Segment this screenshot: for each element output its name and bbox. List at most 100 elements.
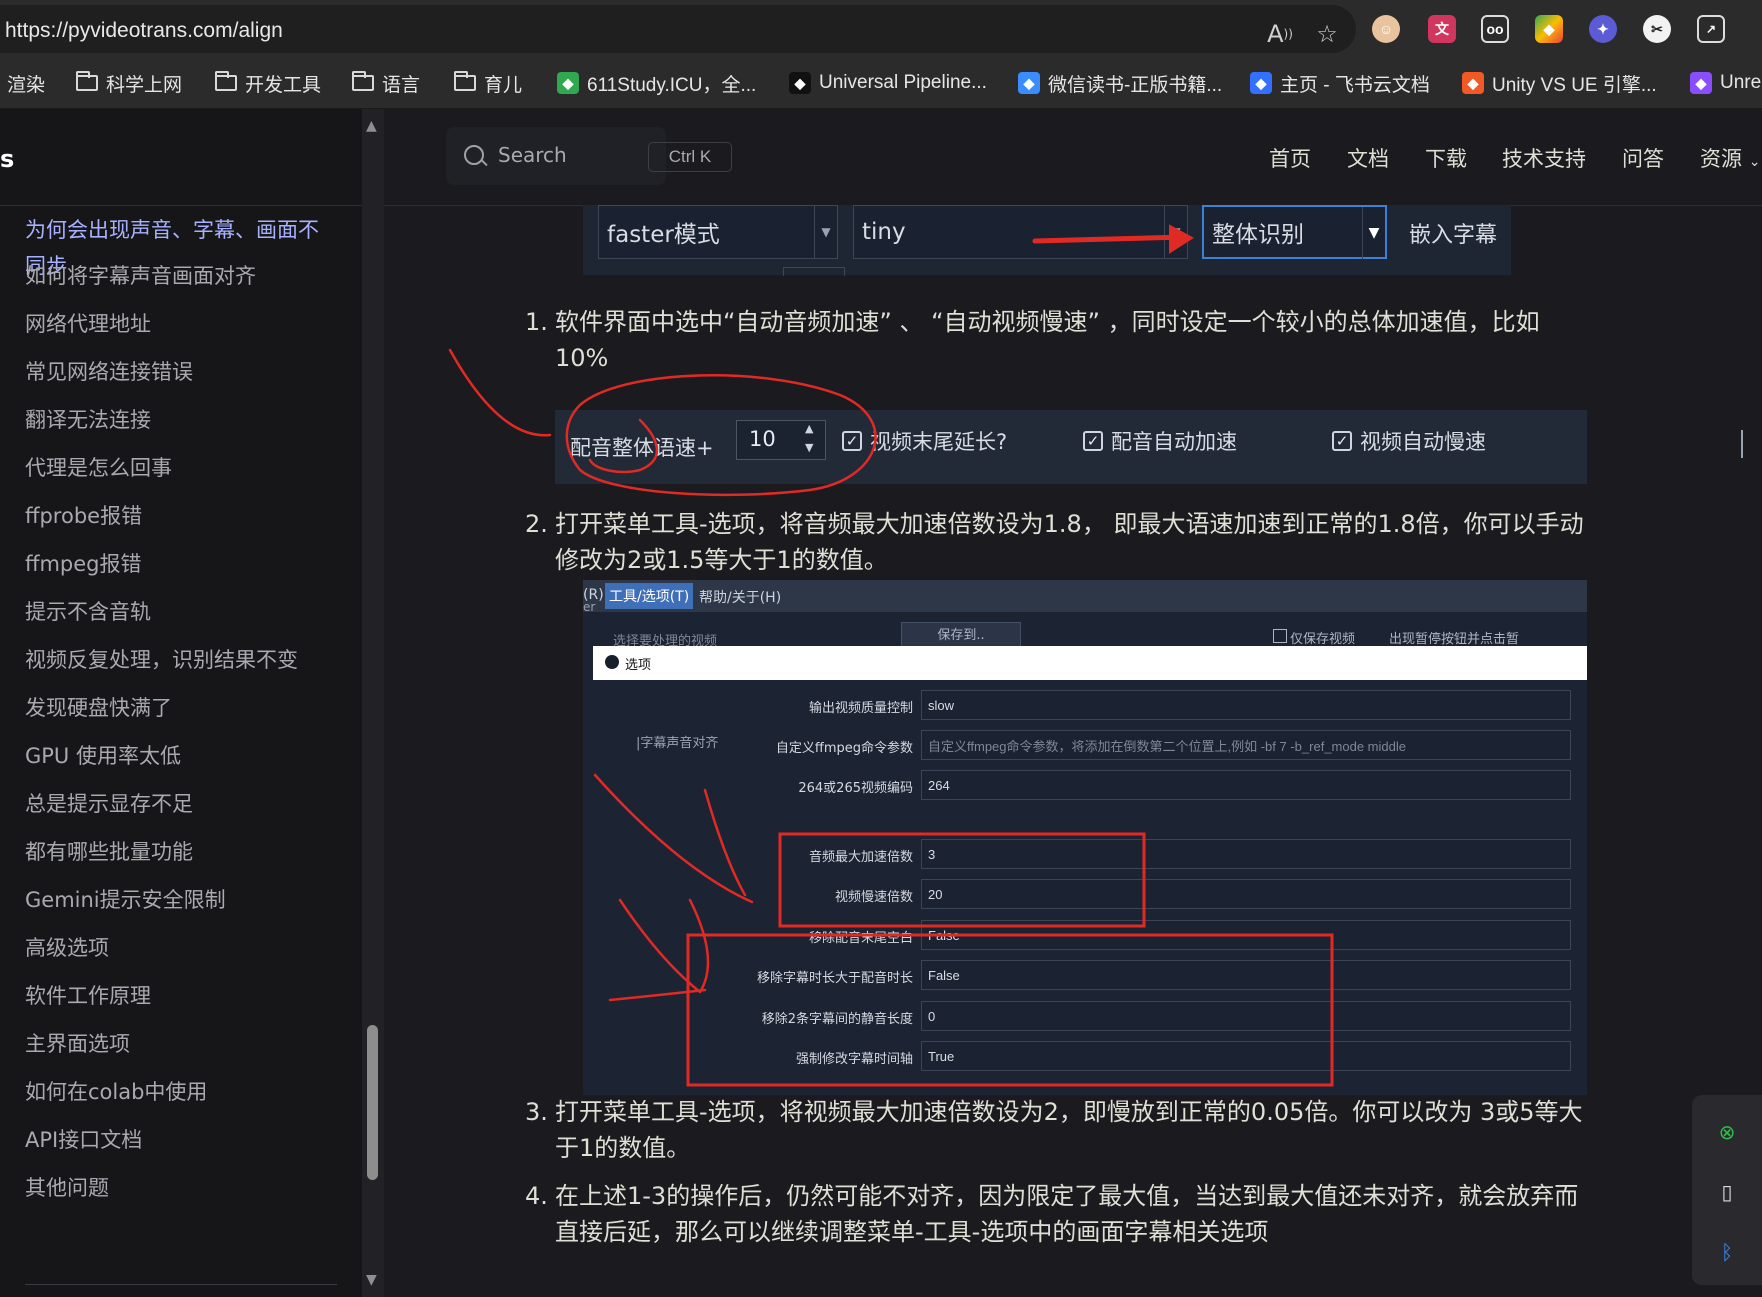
step-4: 4. 在上述1-3的操作后，仍然可能不对齐，因为限定了最大值，当达到最大值还未对… (525, 1178, 1595, 1250)
sidebar-item[interactable]: 主界面选项 (25, 1026, 325, 1062)
sidebar-item[interactable]: ffprobe报错 (25, 498, 325, 534)
shield-extension-icon[interactable]: ✦ (1589, 15, 1617, 43)
sidebar-item[interactable]: 网络代理地址 (25, 306, 325, 342)
checkbox-icon: ✓ (842, 431, 862, 451)
sidebar-item[interactable]: 常见网络连接错误 (25, 354, 325, 390)
scroll-down-icon[interactable]: ▼ (366, 1272, 377, 1288)
bookmark-label: Unity VS UE 引擎... (1492, 74, 1657, 96)
maps-extension-icon[interactable]: ◆ (1535, 15, 1563, 43)
bookmark-item[interactable]: ◆ Universal Pipeline... (789, 70, 987, 96)
menu-tools: 工具/选项(T) (605, 583, 694, 609)
folder-icon (76, 71, 98, 91)
sidebar-item[interactable]: ffmpeg报错 (25, 546, 325, 582)
option-field: False (921, 920, 1571, 950)
recognition-value: 整体识别 (1212, 222, 1304, 248)
translate-extension-icon[interactable]: 文 (1428, 15, 1456, 43)
bookmark-item[interactable]: ◆ Unre (1690, 70, 1761, 96)
options-dialog: 选项 输出视频质量控制 slow 自定义ffmpeg命令参数 自定义ffmpeg命令参… (593, 646, 1587, 1095)
bookmarks-bar: 渲染 科学上网 开发工具 语言 育儿 ◆ 611Study.ICU，全... ◆ Univers… (0, 58, 1762, 109)
bookmark-label: 开发工具 (245, 74, 322, 96)
step-number: 1. (525, 308, 548, 336)
speed-value: 10 (749, 427, 776, 451)
scroll-up-icon[interactable]: ▲ (366, 118, 377, 134)
sidebar-item[interactable]: 软件工作原理 (25, 978, 325, 1014)
nav-resources[interactable]: 资源 ⌄ (1700, 143, 1760, 173)
xbox-icon[interactable]: ⊗ (1712, 1117, 1742, 1147)
text-cursor (1741, 430, 1743, 458)
bookmark-item[interactable]: 语言 (352, 70, 420, 96)
sidebar-item[interactable]: 其他问题 (25, 1170, 325, 1206)
sidebar-item[interactable]: 发现硬盘快满了 (25, 690, 325, 726)
address-bar[interactable]: https://pyvideotrans.com/align A)) ☆ (0, 5, 1356, 53)
sidebar-item[interactable]: 总是提示显存不足 (25, 786, 325, 822)
step-number: 3. (525, 1098, 548, 1126)
option-field: 0 (921, 1001, 1571, 1031)
sidebar-item[interactable]: 都有哪些批量功能 (25, 834, 325, 870)
nav-home[interactable]: 首页 (1269, 143, 1311, 173)
bookmark-item[interactable]: ◆ 611Study.ICU，全... (557, 70, 756, 96)
usb-drive-icon[interactable]: ▯ (1712, 1177, 1742, 1207)
bookmark-item[interactable]: 渲染 (7, 70, 45, 96)
bookmark-item[interactable]: 开发工具 (215, 70, 321, 96)
search-button[interactable]: Search Ctrl K (446, 127, 732, 185)
bookmark-item[interactable]: ◆ 主页 - 飞书云文档 (1250, 70, 1430, 96)
read-aloud-icon[interactable]: A)) (1265, 19, 1295, 49)
screenshot-options-dialog: (R) 工具/选项(T) 帮助/关于(H) 选择要处理的视频 保存到.. 仅保存… (583, 580, 1587, 1095)
bookmark-label: 科学上网 (106, 74, 183, 96)
bg-only-save-label: 仅保存视频 (1290, 632, 1356, 647)
step-text: 打开菜单工具-选项，将视频最大加速倍数设为2，即慢放到正常的0.05倍。你可以改… (555, 1098, 1583, 1162)
reader-extension-icon[interactable]: oo (1481, 15, 1509, 43)
dropdown-arrow-icon: ▼ (1164, 206, 1187, 258)
sidebar-item[interactable]: 代理是怎么回事 (25, 450, 325, 486)
folder-icon (352, 71, 374, 91)
search-icon (464, 145, 484, 165)
step-number: 4. (525, 1182, 548, 1210)
checkbox-icon: ✓ (1332, 431, 1352, 451)
scissors-extension-icon[interactable]: ✂ (1643, 15, 1671, 43)
nav-download[interactable]: 下载 (1425, 143, 1467, 173)
sidebar-item[interactable]: 提示不含音轨 (25, 594, 325, 630)
extend-video-label: 视频末尾延长? (870, 430, 1008, 454)
dropdown-arrow-icon: ▼ (1362, 207, 1385, 259)
bookmark-item[interactable]: 育儿 (454, 70, 522, 96)
spin-up-icon: ▲ (805, 422, 814, 435)
option-label: 移除2条字幕间的静音长度 (761, 1012, 913, 1027)
bg-align-label: |字幕声音对齐 (636, 736, 719, 751)
sidebar-item[interactable]: GPU 使用率太低 (25, 738, 325, 774)
bookmark-label: 渲染 (7, 74, 46, 96)
sidebar-item[interactable]: 高级选项 (25, 930, 325, 966)
open-external-icon[interactable]: ↗ (1697, 15, 1725, 43)
favorite-star-icon[interactable]: ☆ (1312, 19, 1342, 49)
bookmark-item[interactable]: ◆ Unity VS UE 引擎... (1462, 70, 1657, 96)
sidebar-item[interactable]: 视频反复处理，识别结果不变 (25, 642, 325, 678)
bookmark-item[interactable]: 科学上网 (76, 70, 182, 96)
bookmark-label: 语言 (382, 74, 421, 96)
recognition-select: 整体识别 ▼ (1202, 205, 1387, 259)
mode-select: faster模式 ▼ (598, 205, 838, 259)
sidebar-item[interactable]: 如何将字幕声音画面对齐 (25, 258, 325, 294)
quick-launch-panel: ⊗ ▯ ᛒ (1692, 1095, 1762, 1285)
step-1: 1. 软件界面中选中“自动音频加速” 、 “自动视频慢速” ，同时设定一个较小的… (525, 304, 1595, 376)
nav-support[interactable]: 技术支持 (1502, 143, 1586, 173)
dialog-title: 选项 (625, 658, 652, 673)
bluetooth-icon[interactable]: ᛒ (1712, 1237, 1742, 1267)
profile-avatar-icon[interactable]: ☺ (1372, 15, 1400, 43)
step-number: 2. (525, 510, 548, 538)
site-title[interactable]: s (0, 145, 14, 173)
bookmark-item[interactable]: ◆ 微信读书-正版书籍... (1018, 70, 1222, 96)
sidebar-item[interactable]: 如何在colab中使用 (25, 1074, 325, 1110)
annotation-scribble-curve (448, 348, 552, 437)
model-select: tiny ▼ (853, 205, 1188, 259)
site-favicon-icon: ◆ (1690, 72, 1712, 94)
bg-checkbox-icon (1273, 629, 1287, 643)
scrollbar-thumb[interactable] (367, 1025, 378, 1180)
option-field: slow (921, 690, 1571, 720)
browser-toolbar: https://pyvideotrans.com/align A)) ☆ ☺ 文… (0, 0, 1762, 58)
sidebar-item[interactable]: 翻译无法连接 (25, 402, 325, 438)
sidebar-item[interactable]: API接口文档 (25, 1122, 325, 1158)
nav-qa[interactable]: 问答 (1622, 143, 1664, 173)
url-text[interactable]: https://pyvideotrans.com/align (5, 19, 283, 43)
docs-sidebar: s 为何会出现声音、字幕、画面不同步 如何将字幕声音画面对齐 网络代理地址 常见网络连… (0, 109, 362, 1297)
nav-docs[interactable]: 文档 (1347, 143, 1389, 173)
sidebar-item[interactable]: Gemini提示安全限制 (25, 882, 325, 918)
